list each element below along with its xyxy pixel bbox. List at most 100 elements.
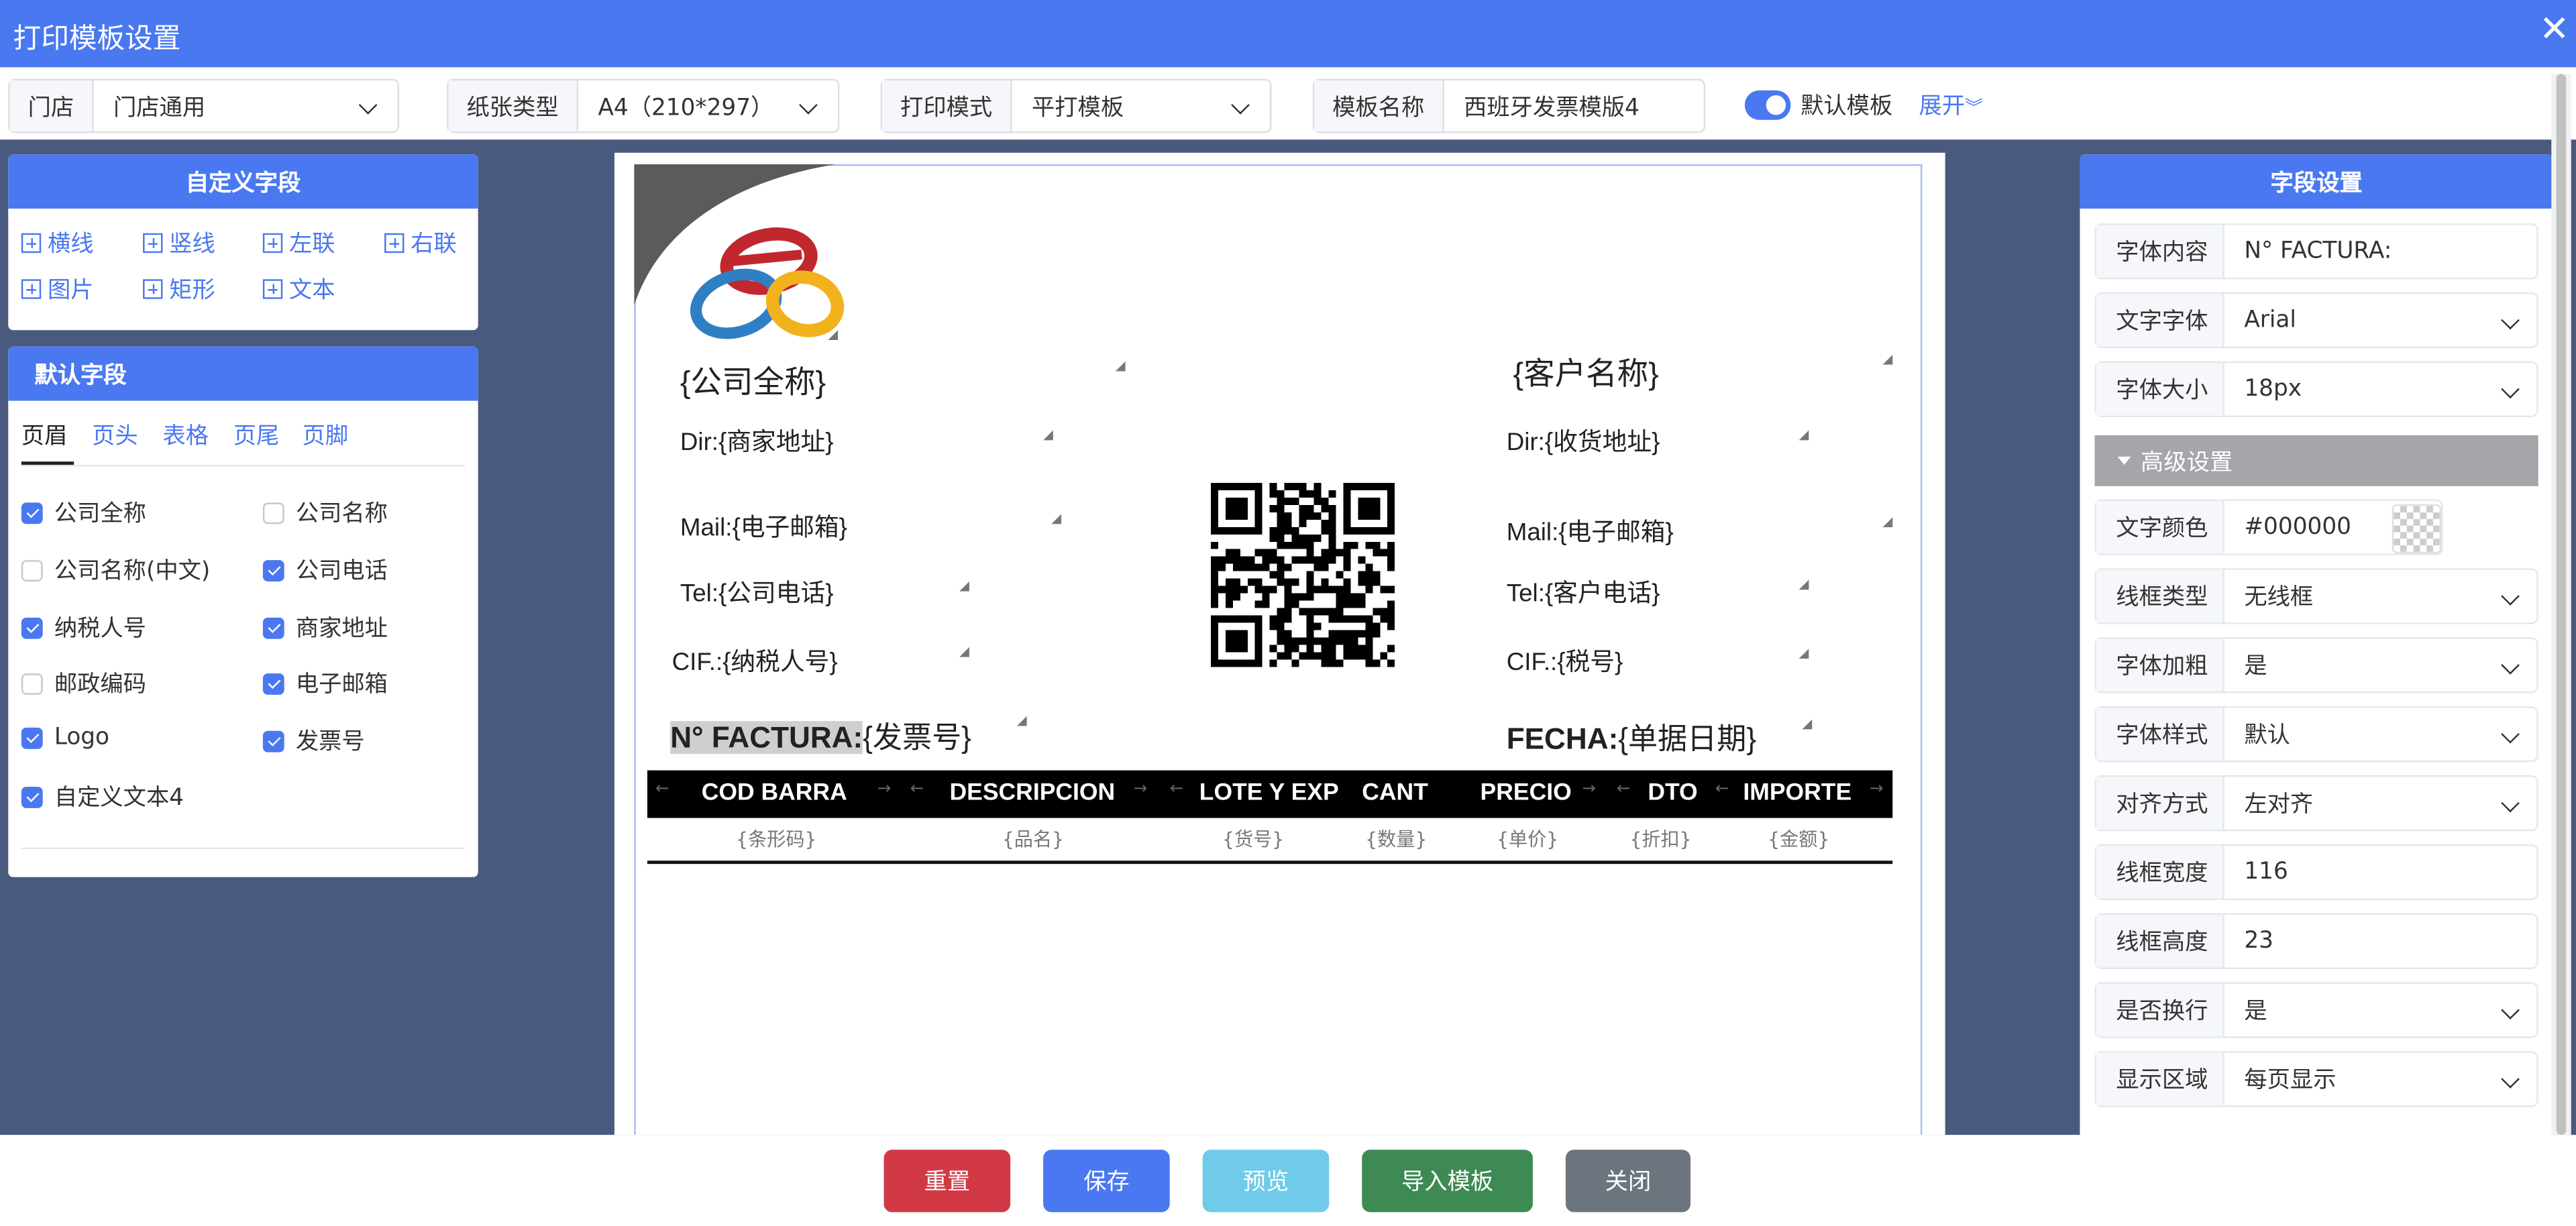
delivery-address-field[interactable]: Dir:{收货地址} xyxy=(1507,424,1660,458)
font-family-select[interactable]: 文字字体 Arial xyxy=(2094,292,2538,349)
font-style-select[interactable]: 字体样式 默认 xyxy=(2094,706,2538,763)
column-header[interactable]: PRECIO xyxy=(1481,780,1572,806)
add-text-button[interactable]: 文本 xyxy=(262,273,335,306)
store-label: 门店 xyxy=(9,80,94,131)
custom-fields-panel: 自定义字段 横线 竖线 左联 右联 图片 矩形 文本 xyxy=(8,154,478,331)
print-mode-select[interactable]: 打印模式 平打模板 xyxy=(880,78,1272,133)
store-select[interactable]: 门店 门店通用 xyxy=(8,78,400,133)
table-cell: {折扣} xyxy=(1629,828,1692,851)
template-paper[interactable]: {公司全称} Dir:{商家地址} Mail:{电子邮箱} Tel:{公司电话}… xyxy=(614,152,1945,1135)
email-field[interactable]: Mail:{电子邮箱} xyxy=(680,509,847,543)
add-vertical-line-button[interactable]: 竖线 xyxy=(143,227,215,260)
template-name-field[interactable]: 模板名称 西班牙发票模版4 xyxy=(1312,78,1706,133)
tab-header[interactable]: 页眉 xyxy=(21,419,68,451)
scrollbar-thumb[interactable] xyxy=(2556,74,2567,1135)
field-checkbox[interactable]: 自定义文本4 xyxy=(21,780,184,813)
column-header[interactable]: LOTE Y EXP xyxy=(1199,780,1339,806)
preview-button[interactable]: 预览 xyxy=(1202,1150,1330,1213)
add-horizontal-line-button[interactable]: 横线 xyxy=(21,227,94,260)
plus-square-icon xyxy=(384,233,405,254)
invoice-date-field[interactable]: FECHA:{单据日期} xyxy=(1507,716,1756,759)
border-type-select[interactable]: 线框类型 无线框 xyxy=(2094,568,2538,624)
chevron-down-icon xyxy=(2501,587,2520,606)
align-select[interactable]: 对齐方式 左对齐 xyxy=(2094,775,2538,832)
box-width-input[interactable]: 116 xyxy=(2224,846,2536,898)
text-color-field[interactable]: 文字颜色 #000000 xyxy=(2094,499,2443,555)
field-checkbox[interactable]: Logo xyxy=(21,724,109,750)
paper-type-select[interactable]: 纸张类型 A4（210*297） xyxy=(447,78,840,133)
tax-number-field[interactable]: CIF.:{纳税人号} xyxy=(672,644,838,678)
field-checkbox[interactable]: 公司电话 xyxy=(262,553,388,586)
chevron-down-icon xyxy=(799,95,818,115)
template-name-input[interactable]: 西班牙发票模版4 xyxy=(1444,80,1704,131)
column-header[interactable]: COD BARRA xyxy=(702,780,847,806)
invoice-number-field[interactable]: N° FACTURA:{发票号} xyxy=(670,714,971,757)
add-left-copy-button[interactable]: 左联 xyxy=(262,227,335,260)
box-height-input[interactable]: 23 xyxy=(2224,915,2536,967)
customer-phone-field[interactable]: Tel:{客户电话} xyxy=(1507,575,1660,609)
field-checkbox[interactable]: 邮政编码 xyxy=(21,667,146,700)
tab-page-head[interactable]: 页头 xyxy=(92,419,138,451)
column-header[interactable]: DTO xyxy=(1648,780,1697,806)
items-table-header[interactable]: ← COD BARRA → ← DESCRIPCION → ← LOTE Y EXP… xyxy=(647,770,1893,818)
active-tab-indicator xyxy=(21,461,74,465)
reset-button[interactable]: 重置 xyxy=(883,1150,1011,1213)
tab-page-tail[interactable]: 页尾 xyxy=(233,419,280,451)
customer-name-field[interactable]: {客户名称} xyxy=(1513,350,1659,394)
tab-table[interactable]: 表格 xyxy=(162,419,209,451)
field-checkbox[interactable]: 公司全称 xyxy=(21,496,146,529)
font-size-select[interactable]: 字体大小 18px xyxy=(2094,361,2538,418)
field-checkbox[interactable]: 公司名称(中文) xyxy=(21,553,210,586)
column-header[interactable]: CANT xyxy=(1362,780,1428,806)
field-checkbox[interactable]: 商家地址 xyxy=(262,611,388,644)
default-template-toggle[interactable] xyxy=(1744,90,1791,120)
box-width-field[interactable]: 线框宽度 116 xyxy=(2094,844,2538,901)
table-cell: {单价} xyxy=(1497,828,1559,851)
table-cell: {品名} xyxy=(1002,828,1065,851)
plus-square-icon xyxy=(262,279,283,299)
company-full-name-field[interactable]: {公司全称} xyxy=(680,358,826,402)
custom-fields-title: 自定义字段 xyxy=(8,154,478,209)
table-cell: {货号} xyxy=(1222,828,1285,851)
advanced-settings-toggle[interactable]: 高级设置 xyxy=(2094,435,2538,486)
box-height-field[interactable]: 线框高度 23 xyxy=(2094,913,2538,969)
print-mode-value[interactable]: 平打模板 xyxy=(1012,80,1270,131)
field-checkbox[interactable]: 公司名称 xyxy=(262,496,388,529)
toolbar: 门店 门店通用 纸张类型 A4（210*297） 打印模式 平打模板 模板名称 … xyxy=(0,67,2576,140)
add-rectangle-button[interactable]: 矩形 xyxy=(143,273,215,306)
table-cell: {数量} xyxy=(1365,828,1428,851)
invoice-label[interactable]: N° FACTURA: xyxy=(670,721,863,755)
customer-tax-field[interactable]: CIF.:{税号} xyxy=(1507,644,1623,678)
font-content-input[interactable]: N° FACTURA: xyxy=(2224,225,2536,278)
expand-link[interactable]: 展开︾ xyxy=(1919,89,1983,121)
wrap-select[interactable]: 是否换行是 xyxy=(2094,982,2538,1038)
close-button[interactable]: 关闭 xyxy=(1565,1150,1691,1213)
scrollbar[interactable] xyxy=(2551,74,2571,1135)
color-picker-swatch[interactable] xyxy=(2392,504,2442,554)
column-header[interactable]: IMPORTE xyxy=(1743,780,1851,806)
column-header[interactable]: DESCRIPCION xyxy=(950,780,1116,806)
close-icon[interactable]: ✕ xyxy=(2539,11,2569,51)
display-area-select[interactable]: 显示区域 每页显示 xyxy=(2094,1051,2538,1107)
store-value[interactable]: 门店通用 xyxy=(94,80,398,131)
tab-footer[interactable]: 页脚 xyxy=(303,419,349,451)
paper-type-label: 纸张类型 xyxy=(448,80,579,131)
save-button[interactable]: 保存 xyxy=(1043,1150,1170,1213)
field-checkbox[interactable]: 纳税人号 xyxy=(21,611,146,644)
qr-code-image[interactable] xyxy=(1210,478,1395,672)
bold-select[interactable]: 字体加粗是 xyxy=(2094,637,2538,693)
table-cell: {条形码} xyxy=(736,828,817,851)
chevron-down-icon xyxy=(2501,1001,2520,1019)
logo-image[interactable] xyxy=(687,225,845,343)
import-template-button[interactable]: 导入模板 xyxy=(1362,1150,1533,1213)
field-checkbox[interactable]: 电子邮箱 xyxy=(262,667,388,700)
customer-email-field[interactable]: Mail:{电子邮箱} xyxy=(1507,514,1674,549)
merchant-address-field[interactable]: Dir:{商家地址} xyxy=(680,424,834,458)
table-cell: {金额} xyxy=(1768,828,1830,851)
font-content-field[interactable]: 字体内容 N° FACTURA: xyxy=(2094,223,2538,280)
company-phone-field[interactable]: Tel:{公司电话} xyxy=(680,575,834,609)
add-right-copy-button[interactable]: 右联 xyxy=(384,227,457,260)
add-image-button[interactable]: 图片 xyxy=(21,273,94,306)
field-checkbox[interactable]: 发票号 xyxy=(262,724,365,757)
paper-type-value[interactable]: A4（210*297） xyxy=(578,80,838,131)
